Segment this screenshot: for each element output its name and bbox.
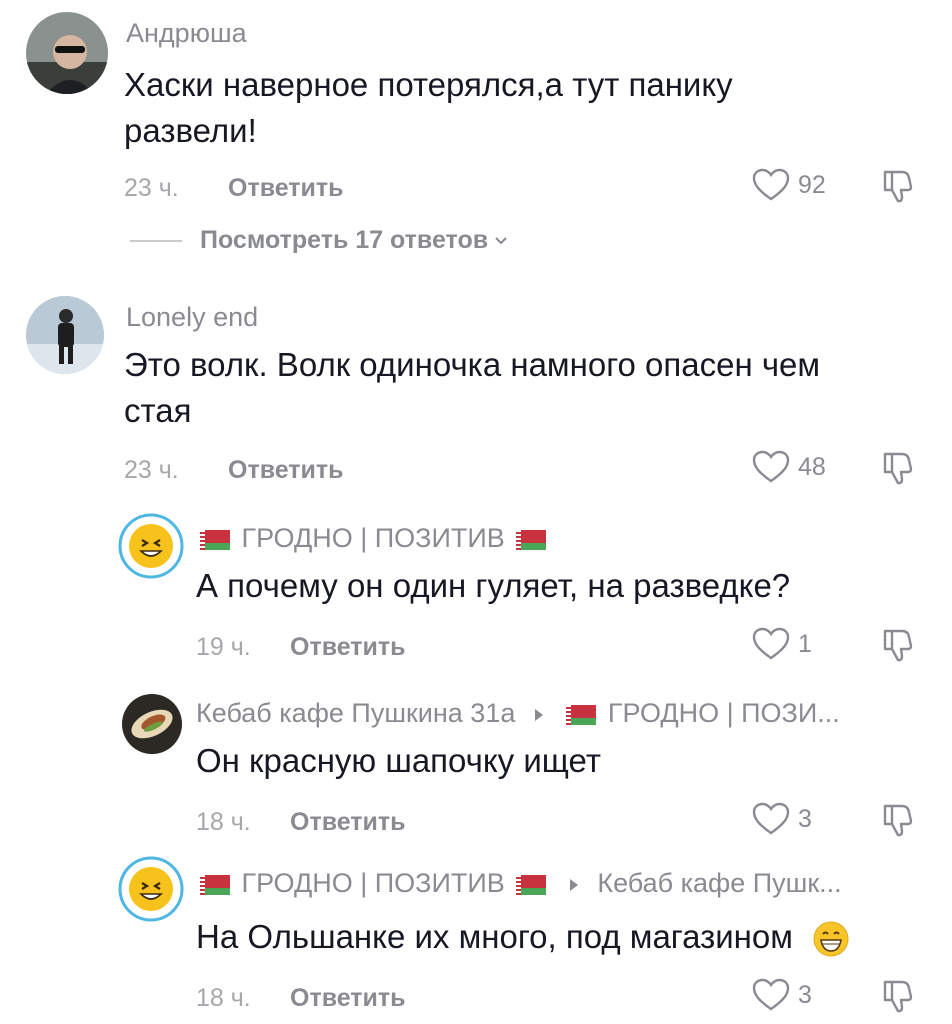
heart-outline-icon: [752, 168, 790, 201]
reply-to-label: ГРОДНО | ПОЗИ...: [607, 698, 840, 728]
view-replies-label: Посмотреть 17 ответов: [200, 226, 489, 254]
like-button[interactable]: 1: [752, 627, 812, 661]
reply-time: 19 ч.: [196, 633, 251, 661]
avatar-photo: [122, 694, 182, 754]
thumbs-down-icon[interactable]: [880, 450, 916, 486]
reply-text: А почему он один гуляет, на разведке?: [196, 567, 791, 604]
comment-time: 23 ч.: [124, 456, 179, 484]
reply-text: На Ольшанке их много, под магазином: [196, 914, 850, 960]
heart-outline-icon: [752, 978, 790, 1011]
chevron-down-icon: [495, 236, 507, 244]
reply-button[interactable]: Ответить: [290, 984, 406, 1013]
like-count: 3: [798, 980, 812, 1009]
like-count: 48: [798, 452, 826, 481]
avatar[interactable]: [118, 513, 184, 579]
belarus-flag-icon: [200, 529, 230, 550]
comment-author[interactable]: Lonely end: [126, 302, 258, 333]
comment-text-line: развели!: [124, 112, 257, 149]
like-count: 92: [798, 170, 826, 199]
reply-button[interactable]: Ответить: [228, 174, 344, 203]
reply-author-label: ГРОДНО | ПОЗИТИВ: [241, 868, 505, 898]
like-button[interactable]: 3: [752, 802, 812, 836]
reply-text-content: На Ольшанке их много, под магазином: [196, 918, 793, 955]
like-button[interactable]: 92: [752, 168, 826, 202]
reply-author[interactable]: ГРОДНО | ПОЗИТИВ Кебаб кафе Пушк...: [196, 868, 842, 899]
reply-button[interactable]: Ответить: [228, 456, 344, 485]
comment-time: 23 ч.: [124, 174, 179, 202]
avatar[interactable]: [122, 694, 182, 754]
reply-author-label: ГРОДНО | ПОЗИТИВ: [241, 523, 505, 553]
divider-line: [130, 239, 182, 242]
comment-item: Андрюша Хаски наверное потерялся,а тут п…: [0, 0, 952, 290]
thumbs-down-icon[interactable]: [880, 978, 916, 1014]
like-count: 3: [798, 804, 812, 833]
heart-outline-icon: [752, 627, 790, 660]
comment-text: Это волк. Волк одиночка намного опасен ч…: [124, 342, 820, 434]
avatar-photo: [26, 12, 108, 94]
thumbs-down-icon[interactable]: [880, 168, 916, 204]
avatar[interactable]: [118, 856, 184, 922]
grinning-face-emoji: [813, 921, 849, 957]
comment-text-line: Это волк. Волк одиночка намного опасен ч…: [124, 346, 821, 383]
belarus-flag-icon: [516, 874, 547, 895]
avatar-photo: [26, 296, 104, 374]
reply-time: 18 ч.: [196, 808, 251, 836]
heart-outline-icon: [752, 802, 790, 835]
reply-button[interactable]: Ответить: [290, 808, 406, 837]
belarus-flag-icon: [566, 704, 597, 725]
reply-item: ГРОДНО | ПОЗИТИВ Кебаб кафе Пушк... На О…: [0, 850, 952, 1024]
reply-arrow-icon: [534, 708, 543, 721]
thumbs-down-icon[interactable]: [880, 802, 916, 838]
comment-author[interactable]: Андрюша: [126, 18, 247, 49]
view-replies-button[interactable]: Посмотреть 17 ответов: [130, 226, 508, 255]
comment-item: Lonely end Это волк. Волк одиночка намно…: [0, 290, 952, 510]
avatar-logo: [118, 856, 184, 922]
reply-text: Он красную шапочку ищет: [196, 742, 601, 779]
reply-time: 18 ч.: [196, 984, 251, 1012]
like-button[interactable]: 3: [752, 978, 812, 1012]
reply-item: ГРОДНО | ПОЗИТИВ А почему он один гуляет…: [0, 505, 952, 675]
comment-text-line: Хаски наверное потерялся,а тут панику: [124, 66, 733, 103]
reply-arrow-icon: [569, 878, 578, 891]
heart-outline-icon: [752, 450, 790, 483]
avatar[interactable]: [26, 12, 108, 94]
comment-text: Хаски наверное потерялся,а тут панику ра…: [124, 62, 733, 154]
reply-author[interactable]: ГРОДНО | ПОЗИТИВ: [196, 523, 550, 554]
comment-text-line: стая: [124, 392, 192, 429]
reply-button[interactable]: Ответить: [290, 633, 406, 662]
reply-to-label: Кебаб кафе Пушк...: [597, 868, 842, 898]
reply-author-label: Кебаб кафе Пушкина 31а: [196, 698, 516, 728]
thumbs-down-icon[interactable]: [880, 627, 916, 663]
like-button[interactable]: 48: [752, 450, 826, 484]
like-count: 1: [798, 629, 812, 658]
belarus-flag-icon: [200, 874, 230, 895]
avatar-logo: [118, 513, 184, 579]
avatar[interactable]: [26, 296, 104, 374]
reply-item: Кебаб кафе Пушкина 31а ГРОДНО | ПОЗИ... …: [0, 680, 952, 850]
belarus-flag-icon: [516, 529, 547, 550]
reply-author[interactable]: Кебаб кафе Пушкина 31а ГРОДНО | ПОЗИ...: [196, 698, 840, 729]
